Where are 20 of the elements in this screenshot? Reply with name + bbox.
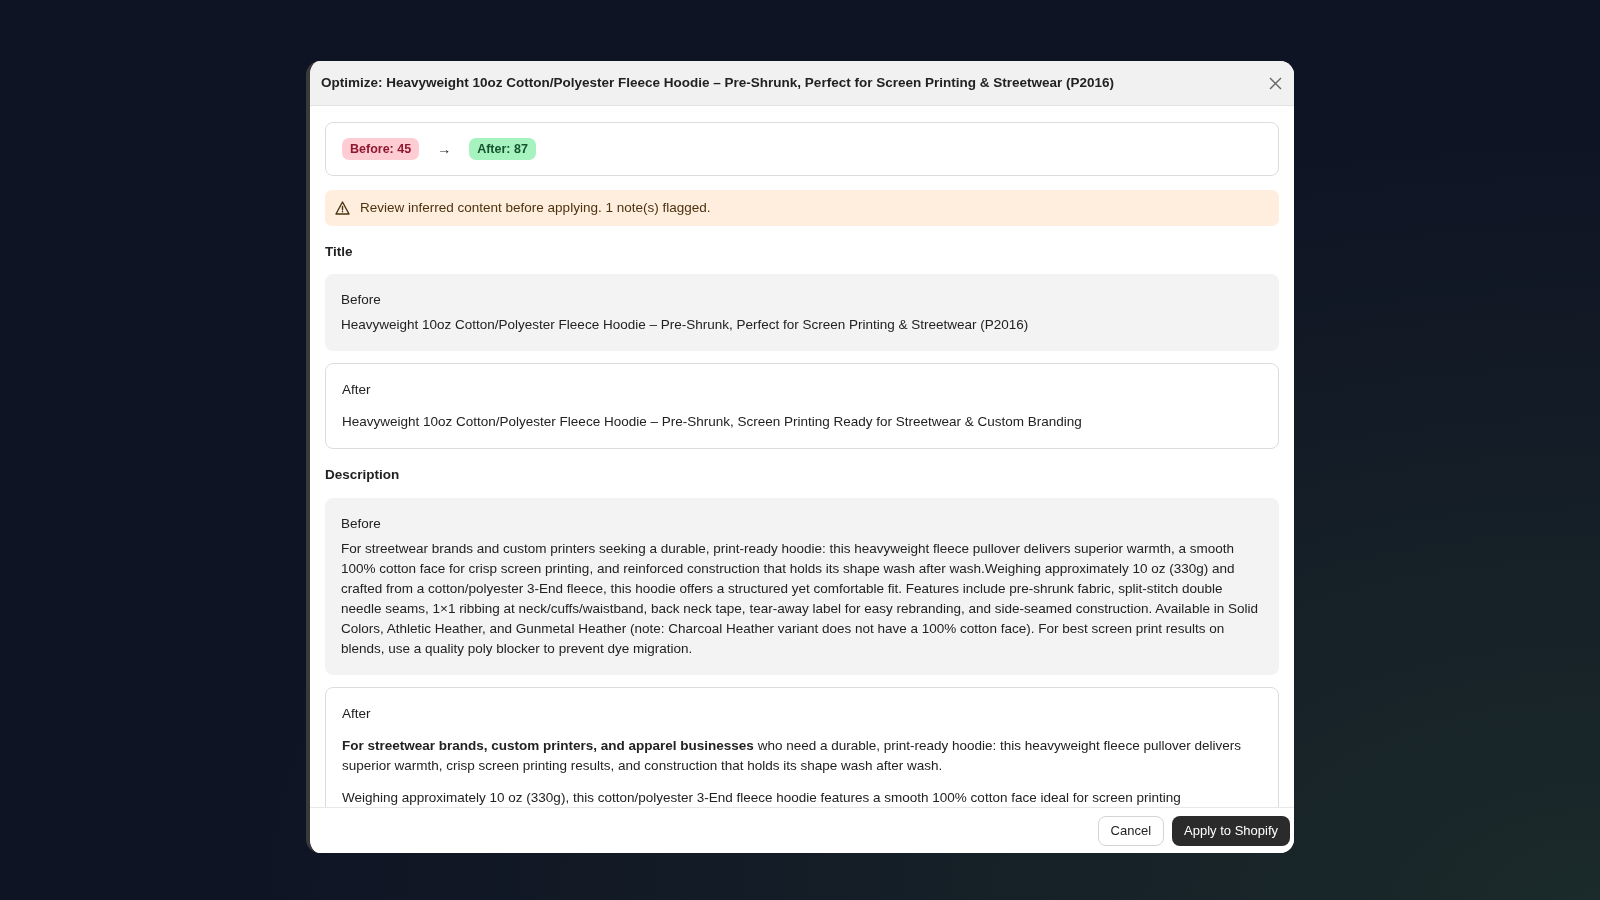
warning-icon — [335, 201, 350, 215]
apply-button[interactable]: Apply to Shopify — [1172, 815, 1290, 846]
before-text: Heavyweight 10oz Cotton/Polyester Fleece Hoodie – Pre-Shrunk, Perfect for Screen Printing & Streetwear (P2016) — [341, 316, 1030, 335]
arrow-text: → — [437, 139, 452, 159]
cancel-button[interactable]: Cancel — [1097, 815, 1165, 846]
after-text: For streetwear brands, custom printers, and apparel businesses who need a durable, print-ready hoodie: this heavyweight fleece pullover delivers superior warmth, crisp screen printing results, and construction that holds its shape wash after wash. — [342, 736, 1242, 775]
before-score-badge: Before: 45 — [342, 137, 420, 161]
section-heading: Title — [325, 243, 354, 261]
before-text: For streetwear brands and custom printers seeking a durable, print-ready hoodie: this heavyweight fleece pullover delivers superior warmth, a smooth 100% cotton face for crisp screen printing, and reinforced construction that holds its shape wash after wash.Weighing approximately 10 oz (330g) and crafted from a cotton/polyester 3-End fleece, this hoodie offers a structured yet comfortable fit. Features include pre-shrunk fabric, split-stitch double needle seams, 1×1 ribbing at neck/cuffs/waistband, back neck tape, tear-away label for easy rebranding, and side-seamed construction. Available in Solid Colors, Athletic Heather, and Gunmetal Heather (note: Charcoal Heather variant does not have a 100% cotton face). For best screen print results on blends, use a quality poly blocker to prevent dye migration. — [341, 539, 1259, 658]
dialog-title: Optimize: Heavyweight 10oz Cotton/Polyester Fleece Hoodie – Pre-Shrunk, Perfect for Screen Printing & Streetwear (P2016) — [321, 73, 1114, 92]
warning-text: Review inferred content before applying. 1 note(s) flagged. — [360, 198, 711, 217]
panel-label: After — [342, 381, 372, 400]
after-score-badge: After: 87 — [469, 137, 536, 161]
section-heading: Description — [325, 466, 401, 485]
after-text: Heavyweight 10oz Cotton/Polyester Fleece Hoodie – Pre-Shrunk, Screen Printing Ready for Streetwear & Custom Branding — [342, 413, 1083, 432]
panel-label: Before — [341, 291, 382, 310]
close-icon — [1268, 76, 1282, 90]
after-text: Weighing approximately 10 oz (330g), this cotton/polyester 3-End fleece hoodie features a smooth 100% cotton face ideal for screen printing — [342, 788, 1182, 807]
panel-label: After — [342, 704, 372, 723]
panel-label: Before — [341, 514, 382, 533]
